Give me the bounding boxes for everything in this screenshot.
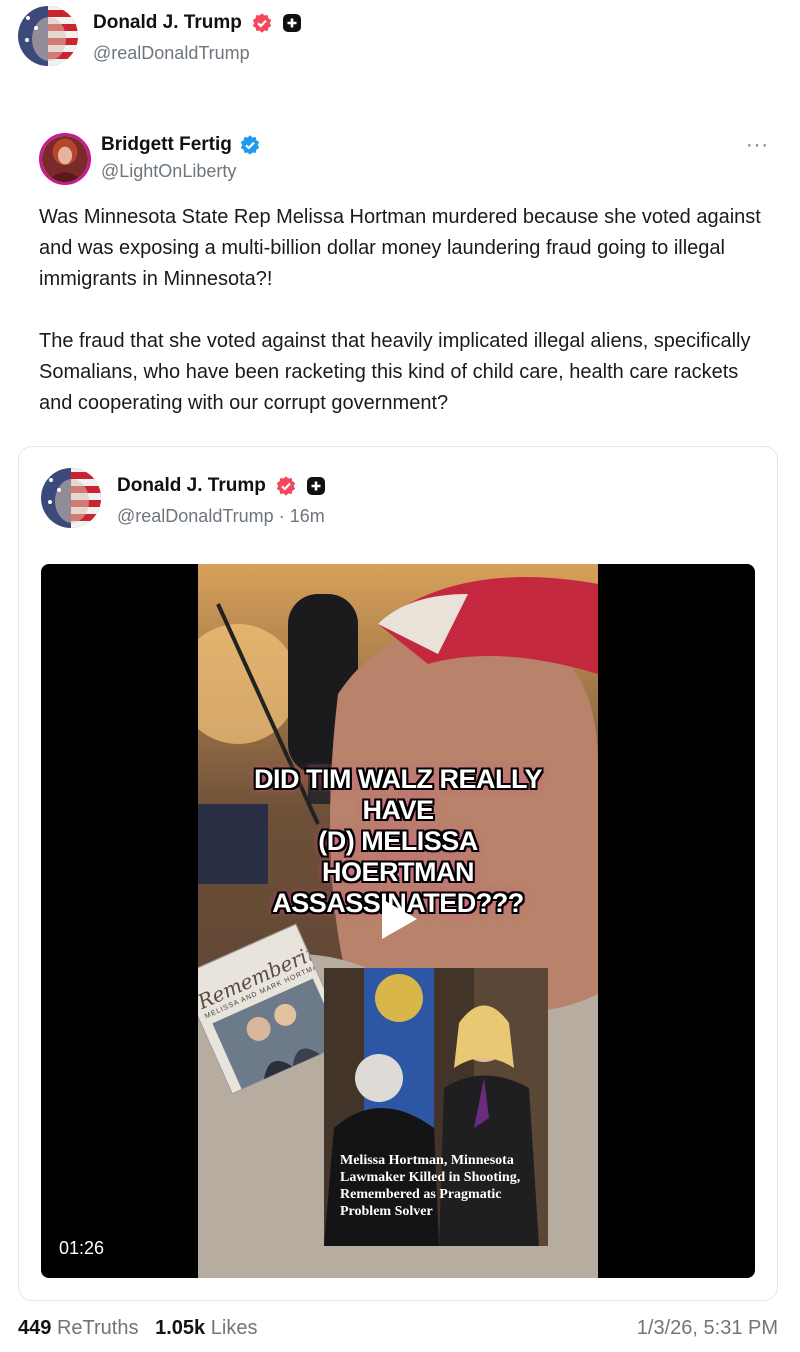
likes-label: Likes bbox=[210, 1317, 258, 1339]
retruth-paragraph-1: Was Minnesota State Rep Melissa Hortman … bbox=[39, 206, 761, 290]
retruth-author-handle[interactable]: @LightOnLiberty bbox=[101, 161, 236, 182]
meta-separator: · bbox=[278, 506, 285, 526]
quoted-author-name[interactable]: Donald J. Trump bbox=[117, 475, 326, 497]
post-age: 16m bbox=[289, 506, 325, 526]
headline-line: (D) MELISSA bbox=[318, 826, 478, 856]
flag-face-avatar-icon bbox=[18, 6, 78, 66]
author-handle[interactable]: @realDonaldTrump bbox=[93, 43, 250, 64]
caption-line: Lawmaker Killed in Shooting, bbox=[340, 1170, 521, 1185]
retruth-body: Was Minnesota State Rep Melissa Hortman … bbox=[39, 202, 769, 419]
verified-badge-icon bbox=[252, 13, 272, 33]
retruth-author-name-text: Bridgett Fertig bbox=[101, 134, 232, 155]
retruths-count: 449 bbox=[18, 1317, 52, 1339]
verified-check-icon bbox=[240, 135, 260, 155]
quoted-author-avatar[interactable] bbox=[41, 468, 101, 528]
flag-face-avatar-icon bbox=[41, 468, 101, 528]
quoted-author-handle-line[interactable]: @realDonaldTrump · 16m bbox=[117, 506, 325, 527]
video-duration: 01:26 bbox=[59, 1238, 105, 1258]
post-timestamp: 1/3/26, 5:31 PM bbox=[636, 1317, 778, 1339]
retruth-author-name[interactable]: Bridgett Fertig bbox=[101, 134, 260, 156]
retruth-paragraph-2: The fraud that she voted against that he… bbox=[39, 330, 751, 414]
likes-count: 1.05k bbox=[155, 1317, 206, 1339]
retruths-stat[interactable]: 449 ReTruths bbox=[18, 1317, 138, 1339]
engagement-stats: 449 ReTruths 1.05k Likes bbox=[18, 1317, 257, 1340]
author-avatar[interactable] bbox=[18, 6, 78, 66]
caption-line: Remembered as Pragmatic bbox=[340, 1187, 502, 1202]
headline-line: DID TIM WALZ REALLY bbox=[254, 764, 543, 794]
retruth-author-avatar[interactable] bbox=[39, 133, 91, 185]
retruths-label: ReTruths bbox=[56, 1317, 139, 1339]
caption-line: Melissa Hortman, Minnesota bbox=[340, 1153, 514, 1168]
verified-badge-icon bbox=[276, 476, 296, 496]
video-player[interactable]: DID TIM WALZ REALLY HAVE (D) MELISSA HOE… bbox=[41, 564, 755, 1278]
likes-stat[interactable]: 1.05k Likes bbox=[155, 1317, 257, 1339]
author-name-text: Donald J. Trump bbox=[93, 12, 242, 33]
play-icon[interactable] bbox=[372, 894, 422, 944]
author-name[interactable]: Donald J. Trump bbox=[93, 12, 302, 34]
news-caption: Melissa Hortman, Minnesota Lawmaker Kill… bbox=[340, 1152, 540, 1220]
platform-plus-icon bbox=[282, 13, 302, 33]
quoted-author-name-text: Donald J. Trump bbox=[117, 475, 266, 496]
platform-plus-icon bbox=[306, 476, 326, 496]
news-inset-image: Melissa Hortman, Minnesota Lawmaker Kill… bbox=[324, 968, 548, 1246]
caption-line: Problem Solver bbox=[340, 1204, 433, 1219]
profile-photo-icon bbox=[42, 136, 88, 182]
quoted-author-handle: @realDonaldTrump bbox=[117, 506, 274, 526]
more-options-icon[interactable]: ··· bbox=[746, 135, 769, 155]
headline-line: HOERTMAN bbox=[322, 857, 475, 887]
video-frame: DID TIM WALZ REALLY HAVE (D) MELISSA HOE… bbox=[198, 564, 598, 1278]
headline-line: HAVE bbox=[362, 795, 434, 825]
